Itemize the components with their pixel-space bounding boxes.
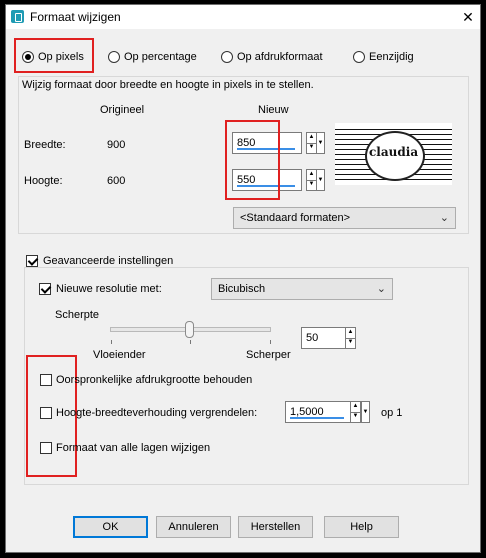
width-unit-dropdown[interactable]: ▼ [316, 132, 325, 154]
keep-print-size-checkbox[interactable] [40, 374, 52, 386]
chevron-down-icon: ⌄ [439, 212, 449, 224]
width-original-value: 900 [107, 139, 126, 151]
sharpness-label: Scherpte [55, 309, 100, 321]
aspect-ratio-input[interactable]: 1,5000 [285, 401, 351, 423]
close-icon[interactable]: ✕ [458, 7, 478, 27]
width-label: Breedte: [24, 139, 66, 151]
spin-down-icon[interactable]: ▼ [351, 412, 360, 422]
highlight-new-size [225, 120, 280, 200]
standard-sizes-value: <Standaard formaten> [240, 212, 351, 224]
spin-down-icon[interactable]: ▼ [307, 143, 316, 153]
slider-tick [111, 340, 112, 344]
resample-label[interactable]: Nieuwe resolutie met: [56, 283, 162, 295]
window-title: Formaat wijzigen [30, 10, 121, 24]
slider-max-label: Scherper [246, 349, 291, 361]
col-original-header: Origineel [100, 104, 145, 116]
aspect-suffix: op 1 [381, 407, 403, 419]
advanced-settings-checkbox[interactable] [26, 255, 38, 267]
lock-aspect-checkbox[interactable] [40, 407, 52, 419]
radio-op-percentage-label[interactable]: Op percentage [124, 51, 197, 63]
advanced-settings-label[interactable]: Geavanceerde instellingen [43, 255, 173, 267]
slider-min-label: Vloeiender [93, 349, 146, 361]
spin-down-icon[interactable]: ▼ [346, 338, 355, 348]
radio-op-afdrukformaat[interactable] [221, 51, 233, 63]
slider-tick [270, 340, 271, 344]
resize-all-layers-label[interactable]: Formaat van alle lagen wijzigen [56, 442, 210, 454]
sharpness-value-input[interactable]: 50 [301, 327, 347, 349]
col-new-header: Nieuw [258, 104, 289, 116]
aspect-spinner[interactable]: ▲ ▼ [350, 401, 361, 423]
spin-down-icon[interactable]: ▼ [307, 180, 316, 190]
radio-op-afdrukformaat-label[interactable]: Op afdrukformaat [237, 51, 323, 63]
resize-all-layers-checkbox[interactable] [40, 442, 52, 454]
help-button[interactable]: Help [324, 516, 399, 538]
sharpness-value: 50 [306, 332, 319, 344]
chevron-down-icon: ⌄ [376, 283, 386, 295]
standard-sizes-select[interactable]: <Standaard formaten> ⌄ [233, 207, 456, 229]
resize-app-icon [11, 10, 24, 23]
preview-logo-text: claudia [369, 145, 419, 159]
cancel-button[interactable]: Annuleren [156, 516, 231, 538]
reset-button[interactable]: Herstellen [238, 516, 313, 538]
keep-print-size-label[interactable]: Oorspronkelijke afdrukgrootte behouden [56, 374, 252, 386]
height-label: Hoogte: [24, 175, 63, 187]
radio-eenzijdig-label[interactable]: Eenzijdig [369, 51, 414, 63]
highlight-op-pixels [14, 38, 94, 73]
title-bar: Formaat wijzigen ✕ [6, 5, 480, 29]
sharpness-spinner[interactable]: ▲ ▼ [345, 327, 356, 349]
lock-aspect-label[interactable]: Hoogte-breedteverhouding vergrendelen: [56, 407, 257, 419]
pixels-description: Wijzig formaat door breedte en hoogte in… [22, 79, 314, 91]
sharpness-slider-thumb[interactable] [185, 321, 194, 338]
ok-button[interactable]: OK [73, 516, 148, 538]
resample-checkbox[interactable] [39, 283, 51, 295]
resample-method-value: Bicubisch [218, 283, 266, 295]
height-unit-dropdown[interactable]: ▼ [316, 169, 325, 191]
radio-op-percentage[interactable] [108, 51, 120, 63]
radio-eenzijdig[interactable] [353, 51, 365, 63]
aspect-dropdown[interactable]: ▼ [361, 401, 370, 423]
height-original-value: 600 [107, 175, 126, 187]
slider-tick [190, 340, 191, 344]
resize-dialog: Formaat wijzigen ✕ Op pixels Op percenta… [5, 4, 481, 553]
preview-image: claudia [335, 123, 452, 185]
resample-method-select[interactable]: Bicubisch ⌄ [211, 278, 393, 300]
